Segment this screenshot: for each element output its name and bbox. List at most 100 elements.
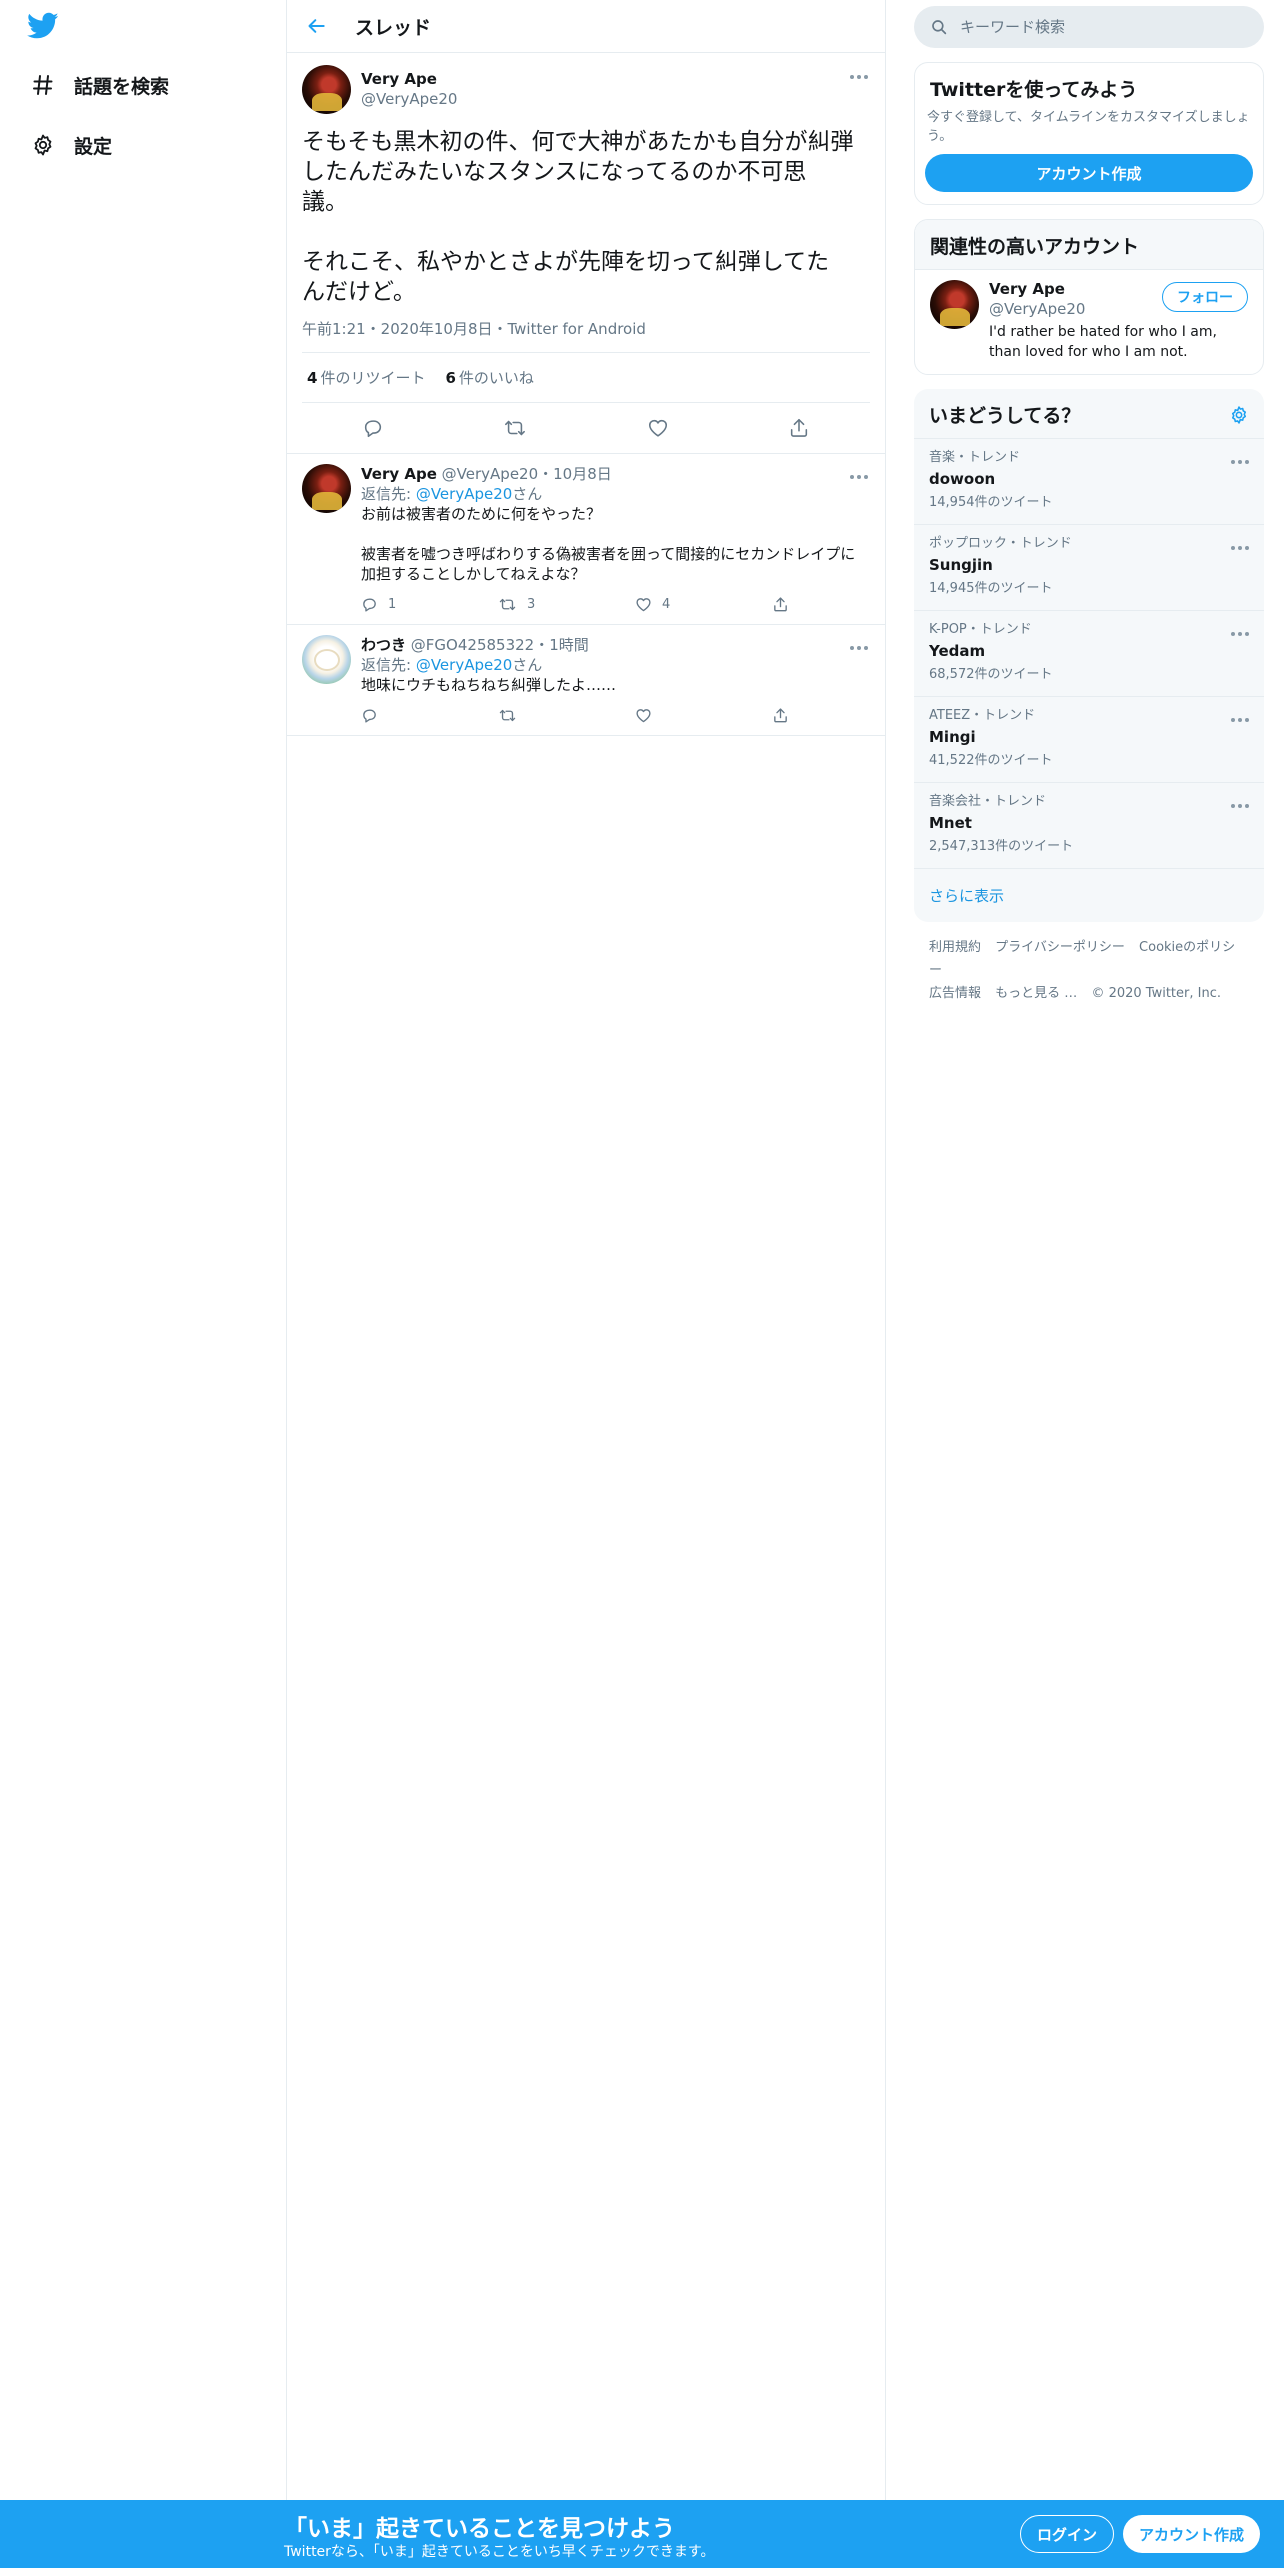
reply-icon xyxy=(364,420,381,438)
avatar[interactable] xyxy=(302,64,351,114)
trend-item[interactable]: K-POP・トレンド Yedam 68,572件のツイート xyxy=(914,611,1264,697)
retweet-stat[interactable]: 4 件のリツイート xyxy=(307,367,425,388)
copyright: © 2020 Twitter, Inc. xyxy=(1091,986,1221,1001)
bottom-bar-title: 「いま」起きていることを見つけよう xyxy=(284,2516,675,2542)
reply-button[interactable]: 1 xyxy=(361,594,498,614)
signup-button[interactable]: アカウント作成 xyxy=(1123,2515,1261,2553)
focal-tweet: Very Ape @VeryApe20 そもそも黒木初の件、何で大神があたかも自… xyxy=(287,53,885,454)
trend-item[interactable]: ATEEZ・トレンド Mingi 41,522件のツイート xyxy=(914,697,1264,783)
retweet-button[interactable] xyxy=(498,705,635,725)
search-bar[interactable] xyxy=(914,6,1264,48)
trend-item[interactable]: 音楽・トレンド dowoon 14,954件のツイート xyxy=(914,439,1264,525)
more-options-icon[interactable] xyxy=(847,68,871,86)
tweet-author[interactable]: Very Ape @VeryApe20 xyxy=(302,64,870,114)
retweet-icon xyxy=(505,420,526,436)
trend-item[interactable]: ポップロック・トレンド Sungjin 14,945件のツイート xyxy=(914,525,1264,611)
trend-name: Sungjin xyxy=(929,556,993,574)
share-button[interactable] xyxy=(788,417,810,439)
more-options-icon[interactable] xyxy=(1228,625,1252,643)
search-input[interactable] xyxy=(960,18,1220,36)
reply-to-prefix: 返信先: xyxy=(361,656,416,674)
tweet-actions xyxy=(302,403,870,453)
tweet-timestamp[interactable]: 午前1:21・2020年10月8日・Twitter for Android xyxy=(302,317,870,353)
heart-icon xyxy=(648,419,667,437)
nav-item-explore[interactable]: 話題を検索 xyxy=(28,57,169,113)
thread-header: スレッド xyxy=(287,0,885,53)
avatar[interactable] xyxy=(302,635,351,684)
trend-item[interactable]: 音楽会社・トレンド Mnet 2,547,313件のツイート xyxy=(914,783,1264,869)
footer-link-ads[interactable]: 広告情報 xyxy=(929,986,981,1001)
reply-to-prefix: 返信先: xyxy=(361,485,416,503)
trend-count: 2,547,313件のツイート xyxy=(929,839,1074,854)
reply-tweet[interactable]: わつき @FGO42585322・1時間 返信先: @VeryApe20さん 地… xyxy=(287,625,885,736)
reply-button[interactable] xyxy=(362,417,384,439)
nav-item-settings[interactable]: 設定 xyxy=(28,117,112,173)
reply-author-name[interactable]: わつき xyxy=(361,636,406,654)
more-options-icon[interactable] xyxy=(847,468,871,486)
more-options-icon[interactable] xyxy=(1228,711,1252,729)
footer-link-privacy[interactable]: プライバシーポリシー xyxy=(995,940,1125,955)
more-options-icon[interactable] xyxy=(847,639,871,657)
footer-link-more[interactable]: もっと見る … xyxy=(995,986,1077,1001)
trend-category: 音楽・トレンド xyxy=(929,450,1021,465)
share-button[interactable] xyxy=(772,594,909,614)
like-button[interactable]: 4 xyxy=(635,594,772,614)
mention-link[interactable]: @VeryApe20 xyxy=(416,485,512,503)
like-button[interactable] xyxy=(647,417,669,439)
right-sidebar: Twitterを使ってみよう 今すぐ登録して、タイムラインをカスタマイズしましょ… xyxy=(914,0,1264,1019)
tweet-stats: 4 件のリツイート 6 件のいいね xyxy=(302,353,870,403)
avatar[interactable] xyxy=(302,464,351,513)
reply-to-suffix: さん xyxy=(512,656,543,674)
like-stat-label: 件のいいね xyxy=(458,369,534,387)
retweet-count: 4 xyxy=(307,369,318,387)
retweet-button[interactable]: 3 xyxy=(498,594,635,614)
reply-to-line: 返信先: @VeryApe20さん xyxy=(361,655,909,675)
reply-to-line: 返信先: @VeryApe20さん xyxy=(361,484,909,504)
nav-label-explore: 話題を検索 xyxy=(74,75,170,98)
trend-category: ATEEZ・トレンド xyxy=(929,708,1036,723)
avatar[interactable] xyxy=(930,280,979,329)
mention-link[interactable]: @VeryApe20 xyxy=(416,656,512,674)
signup-card-description: 今すぐ登録して、タイムラインをカスタマイズしましょう。 xyxy=(927,110,1250,144)
retweet-button[interactable] xyxy=(503,417,527,439)
reply-count: 1 xyxy=(388,596,397,612)
back-arrow-icon xyxy=(308,19,325,33)
retweet-count: 3 xyxy=(527,596,536,612)
reply-button[interactable] xyxy=(361,705,498,725)
related-account[interactable]: Very Ape @VeryApe20 フォロー I'd rather be h… xyxy=(915,270,1263,374)
trend-count: 14,954件のツイート xyxy=(929,495,1053,510)
trend-name: Mingi xyxy=(929,728,976,746)
trend-name: Mnet xyxy=(929,814,972,832)
author-display-name[interactable]: Very Ape xyxy=(361,70,457,88)
login-button[interactable]: ログイン xyxy=(1020,2515,1115,2553)
more-options-icon[interactable] xyxy=(1228,453,1252,471)
tweet-text: そもそも黒木初の件、何で大神があたかも自分が糾弾 したんだみたいなスタンスになっ… xyxy=(302,129,854,305)
author-handle[interactable]: @VeryApe20 xyxy=(361,90,457,108)
bottom-signup-bar: 「いま」起きていることを見つけよう Twitterなら、「いま」起きていることを… xyxy=(0,2500,1284,2568)
trend-category: 音楽会社・トレンド xyxy=(929,794,1047,809)
reply-tweet[interactable]: Very Ape @VeryApe20・10月8日 返信先: @VeryApe2… xyxy=(287,454,885,625)
like-button[interactable] xyxy=(635,705,772,725)
back-button[interactable] xyxy=(297,6,337,46)
reply-handle-time[interactable]: @VeryApe20・10月8日 xyxy=(442,465,612,483)
footer-link-terms[interactable]: 利用規約 xyxy=(929,940,981,955)
reply-author-name[interactable]: Very Ape xyxy=(361,465,437,483)
page-title: スレッド xyxy=(355,16,432,39)
more-options-icon[interactable] xyxy=(1228,539,1252,557)
create-account-button[interactable]: アカウント作成 xyxy=(925,154,1253,192)
follow-button[interactable]: フォロー xyxy=(1162,282,1248,312)
twitter-bird-icon[interactable] xyxy=(27,12,63,42)
reply-text: 地味にウチもねちねち糾弾したよ…… xyxy=(361,676,617,694)
reply-to-suffix: さん xyxy=(512,485,543,503)
share-icon xyxy=(774,707,787,722)
nav-label-settings: 設定 xyxy=(74,135,113,158)
gear-icon xyxy=(28,130,58,160)
like-stat[interactable]: 6 件のいいね xyxy=(445,367,533,388)
retweet-icon xyxy=(499,709,516,721)
trend-name: dowoon xyxy=(929,470,996,488)
gear-icon[interactable] xyxy=(1229,405,1249,425)
show-more-link[interactable]: さらに表示 xyxy=(914,869,1264,922)
share-button[interactable] xyxy=(772,705,909,725)
reply-handle-time[interactable]: @FGO42585322・1時間 xyxy=(411,636,589,654)
more-options-icon[interactable] xyxy=(1228,797,1252,815)
